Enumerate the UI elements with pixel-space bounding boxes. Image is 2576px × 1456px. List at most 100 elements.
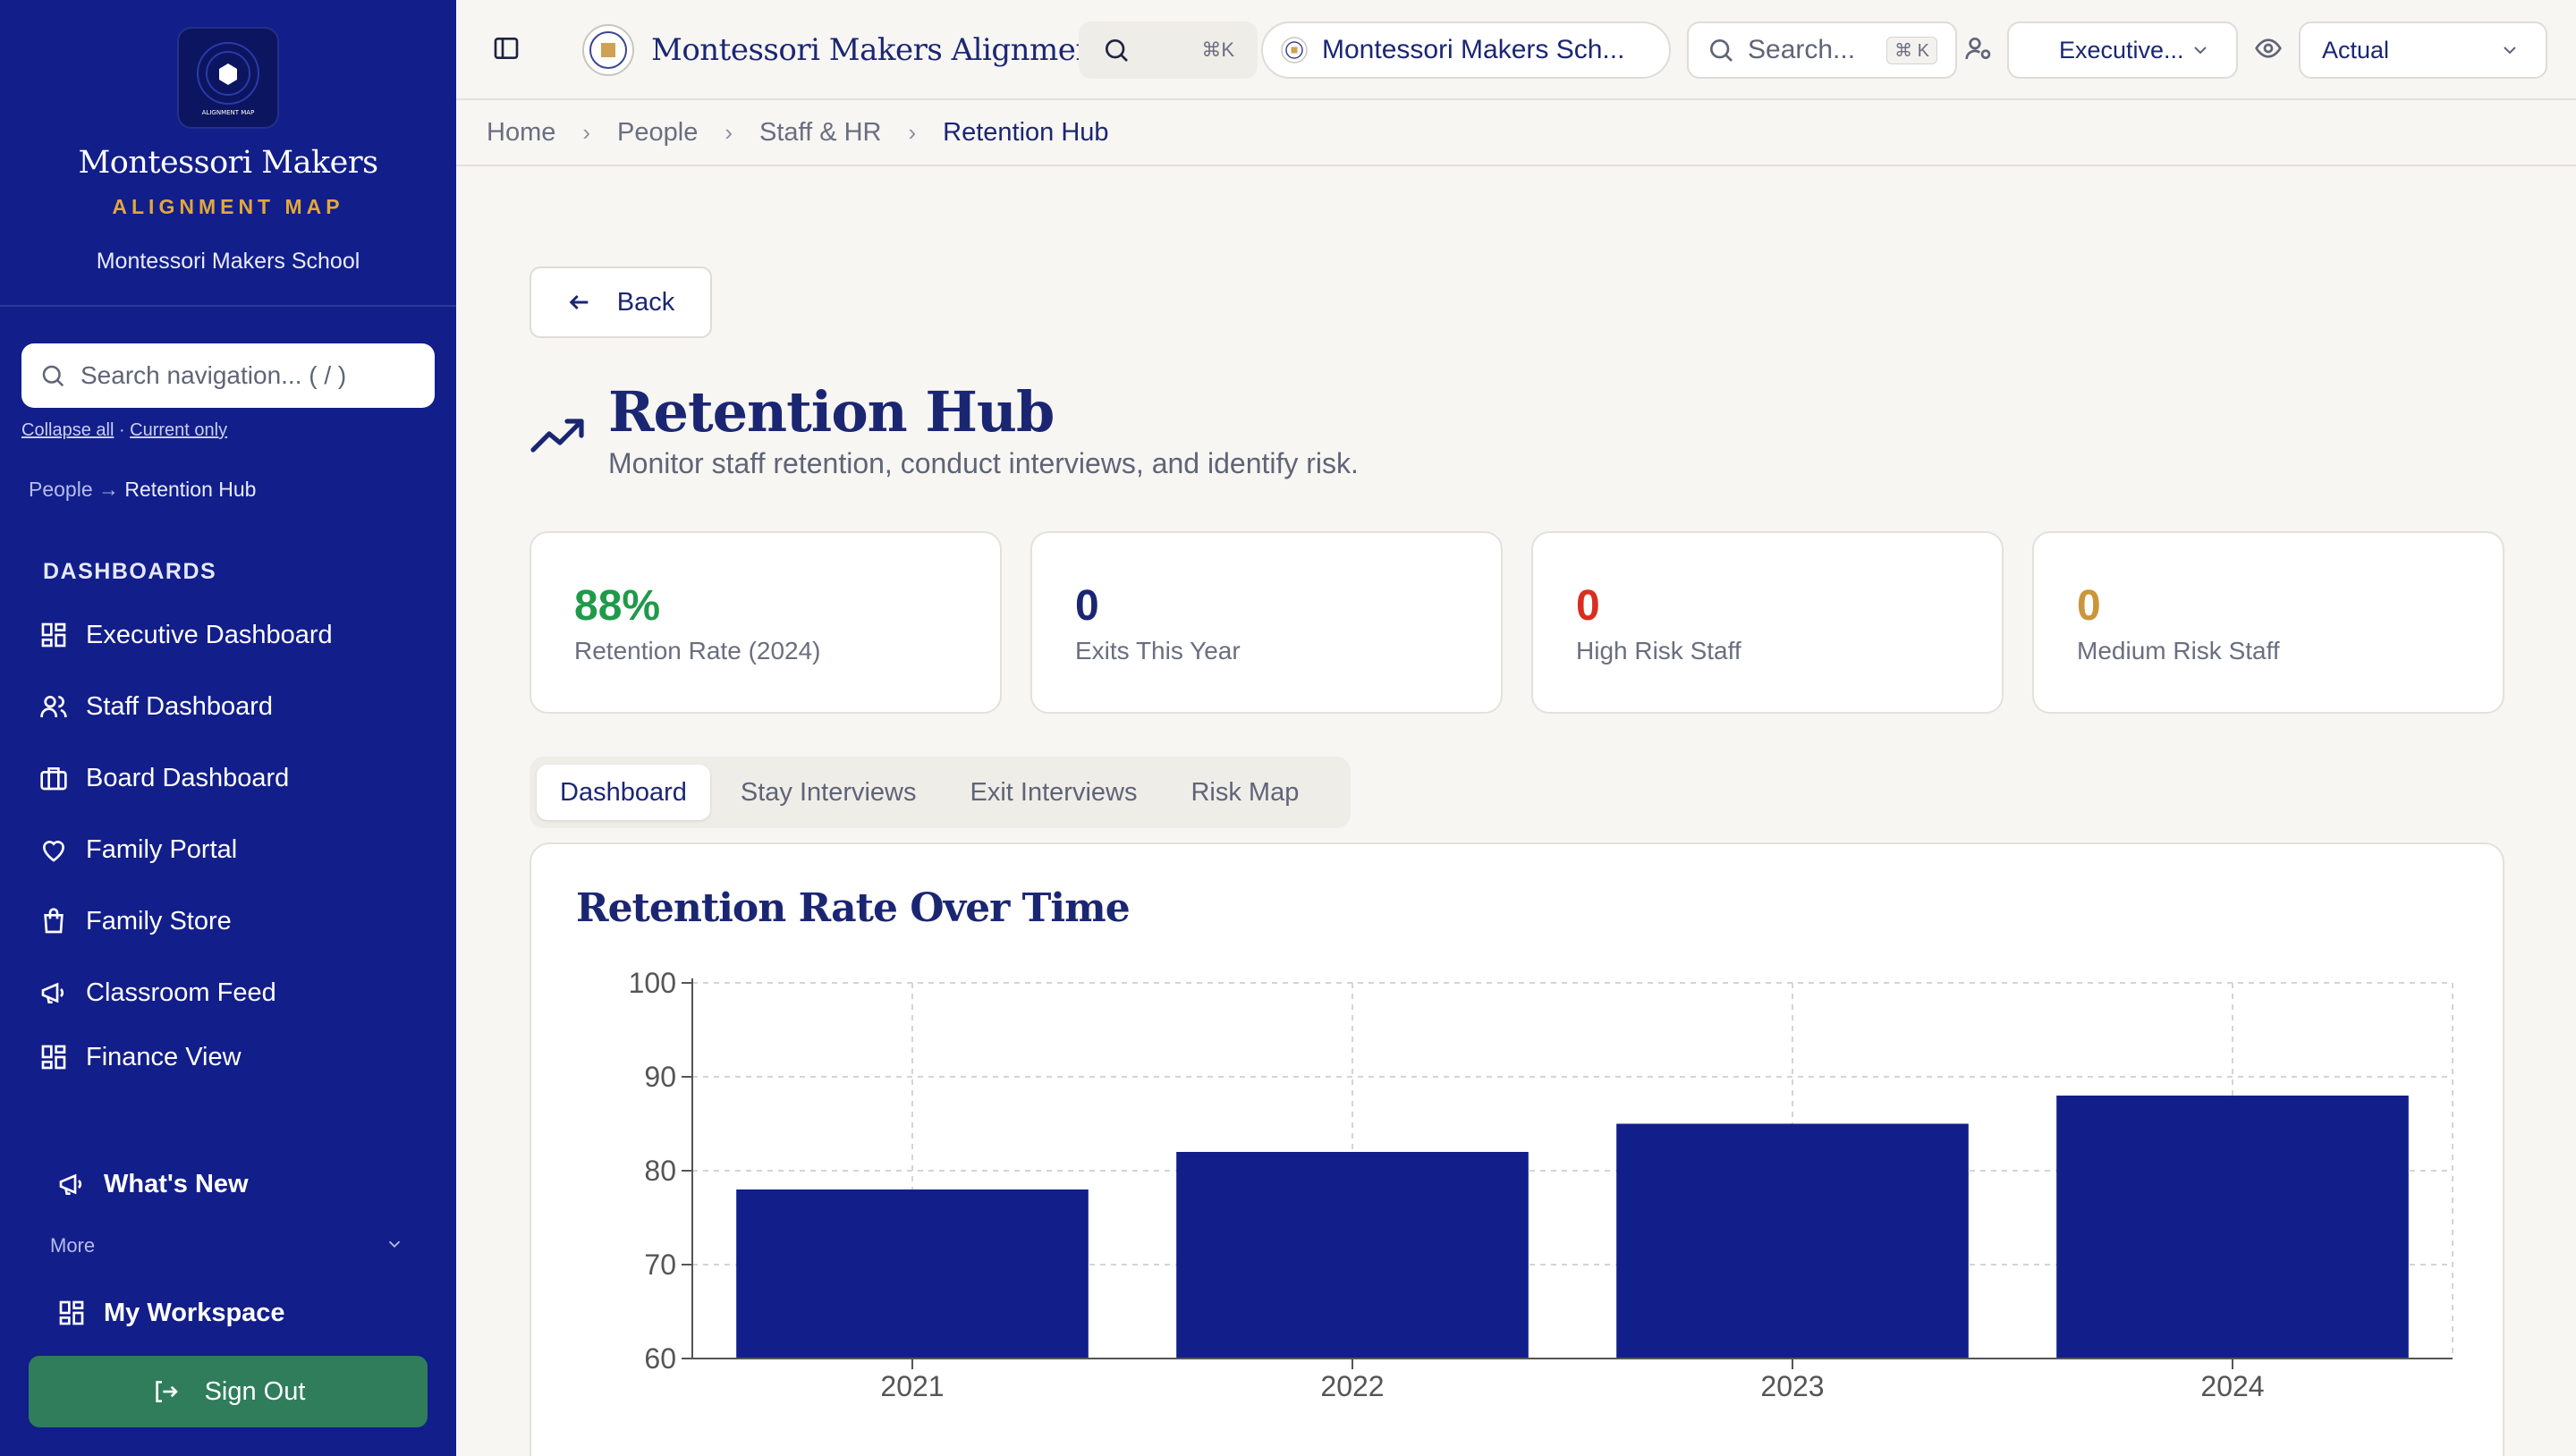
stat-label: Exits This Year [1075,637,1241,665]
stat-label: High Risk Staff [1576,637,1741,665]
view-selector[interactable]: Actual [2299,21,2547,79]
role-switch-button[interactable] [1964,34,1993,63]
top-bar: Montessori Makers Alignmen... ⌘K Montess… [456,0,2576,100]
role-selector-label: Executive... [2059,36,2184,63]
tab-dashboard[interactable]: Dashboard [537,765,710,820]
panel-left-icon [494,38,519,59]
school-seal-icon [582,24,634,76]
sidebar-item-family-store[interactable]: Family Store [39,896,232,946]
chevron-right-icon: › [582,118,591,146]
x-tick-label: 2021 [880,1370,944,1402]
global-search-placeholder: Search... [1748,35,1856,64]
my-workspace-link[interactable]: My Workspace [57,1288,285,1338]
sidebar-item-family-portal[interactable]: Family Portal [39,825,237,875]
sidebar-item-executive-dashboard[interactable]: Executive Dashboard [39,610,333,660]
dashboard-icon [41,622,66,648]
sidebar-item-label: Finance View [86,1042,242,1071]
log-out-icon [155,1381,178,1402]
command-shortcut: ⌘K [1201,38,1234,61]
stat-value: 0 [2077,582,2101,630]
whats-new-link[interactable]: What's New [57,1159,249,1209]
users-icon [40,696,67,717]
y-tick-label: 60 [644,1342,676,1375]
tab-exit-interviews[interactable]: Exit Interviews [947,765,1161,820]
view-selector-label: Actual [2322,36,2390,63]
section-heading-dashboards: DASHBOARDS [43,559,217,584]
more-label: More [50,1234,96,1257]
more-toggle[interactable]: More [50,1234,404,1257]
current-only-link[interactable]: Current only [130,420,227,440]
role-selector[interactable]: Executive... [2007,21,2238,79]
school-name: Montessori Makers School [96,249,360,274]
app-title-area[interactable]: Montessori Makers Alignmen... [581,23,1123,77]
page-title: Retention Hub [608,379,1055,444]
sidebar-item-label: Board Dashboard [86,763,290,792]
svg-text:ALIGNMENT MAP: ALIGNMENT MAP [202,109,255,116]
chart-bar [1176,1152,1529,1359]
retention-chart-card: Retention Rate Over Time 60 70 80 90 100 2021… [530,842,2504,1456]
school-selector[interactable]: Montessori Makers Sch... [1261,21,1671,79]
stat-value: 0 [1576,582,1600,630]
stat-card-exits: 0 Exits This Year [1030,531,1503,714]
dashboard-icon [59,1300,84,1325]
stat-card-retention-rate: 88% Retention Rate (2024) [530,531,1002,714]
sidebar-item-label: Classroom Feed [86,978,276,1007]
y-tick-label: 100 [629,967,676,999]
logo-icon: ALIGNMENT MAP [197,42,259,116]
back-button[interactable]: Back [530,267,712,338]
megaphone-icon [59,1173,82,1195]
breadcrumb-people[interactable]: People [617,118,698,148]
breadcrumb-staff-hr[interactable]: Staff & HR [759,118,881,148]
search-shortcut: ⌘ K [1886,36,1937,64]
chevron-down-icon [2194,47,2207,55]
dashboard-icon [41,1045,66,1070]
sidebar-breadcrumb: People → Retention Hub [29,478,256,502]
sign-out-label: Sign Out [204,1376,306,1406]
app-logo[interactable]: ALIGNMENT MAP [177,27,279,129]
global-search-input[interactable]: Search... ⌘ K [1687,21,1957,79]
view-mode-button[interactable] [2254,34,2283,63]
whats-new-label: What's New [104,1169,249,1198]
stat-label: Medium Risk Staff [2077,637,2280,665]
sidebar-item-board-dashboard[interactable]: Board Dashboard [39,753,289,803]
sign-out-button[interactable]: Sign Out [29,1356,428,1427]
collapse-all-link[interactable]: Collapse all [21,420,114,440]
command-palette-button[interactable]: ⌘K [1079,21,1258,79]
brand-name: Montessori Makers [78,145,378,181]
nav-search-input[interactable]: Search navigation... ( / ) [21,343,435,408]
sidebar-item-finance-view[interactable]: Finance View [39,1032,242,1082]
page-subtitle: Monitor staff retention, conduct intervi… [608,447,1359,479]
breadcrumb: Home › People › Staff & HR › Retention H… [456,100,2576,166]
chart-bar [736,1189,1089,1359]
sidebar-toggle-button[interactable] [492,34,521,63]
sidebar-crumb-parent[interactable]: People [29,478,93,501]
chevron-down-icon [388,1240,401,1249]
retention-bar-chart: 60 70 80 90 100 2021 2022 2023 2024 [629,967,2453,1402]
tab-risk-map[interactable]: Risk Map [1167,765,1322,820]
eye-icon [2255,38,2282,58]
x-tick-label: 2024 [2200,1370,2264,1402]
brand-subtitle: ALIGNMENT MAP [112,195,344,218]
sidebar-item-label: Family Store [86,906,232,935]
x-tick-label: 2022 [1320,1370,1384,1402]
tab-stay-interviews[interactable]: Stay Interviews [717,765,940,820]
sidebar-item-classroom-feed[interactable]: Classroom Feed [39,968,276,1018]
sidebar-item-label: Executive Dashboard [86,620,333,649]
sidebar-item-staff-dashboard[interactable]: Staff Dashboard [39,681,273,732]
megaphone-icon [41,982,64,1003]
sidebar-crumb-current: Retention Hub [124,478,257,501]
chevron-right-icon: › [724,118,733,146]
y-tick-label: 80 [644,1155,676,1187]
chevron-right-icon: › [908,118,917,146]
my-workspace-label: My Workspace [104,1298,285,1327]
sidebar: ALIGNMENT MAP Montessori Makers ALIGNMEN… [0,0,456,1456]
search-icon [1106,39,1128,62]
y-tick-label: 70 [644,1249,676,1281]
breadcrumb-home[interactable]: Home [487,118,555,148]
search-icon [1710,39,1733,62]
app-title: Montessori Makers Alignmen... [651,32,1123,68]
back-label: Back [616,287,675,317]
briefcase-icon [40,767,67,791]
arrow-left-icon [569,294,589,310]
sidebar-item-label: Family Portal [86,834,238,864]
